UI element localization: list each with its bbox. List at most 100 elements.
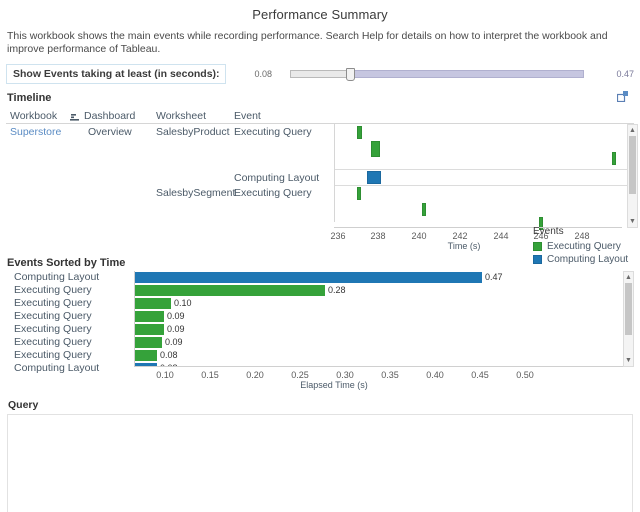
bar[interactable] xyxy=(135,324,164,335)
timeline-dashboard-overview: Overview xyxy=(88,126,132,138)
bar[interactable] xyxy=(135,350,157,361)
query-text-area[interactable] xyxy=(7,414,633,512)
column-header-worksheet[interactable]: Worksheet xyxy=(152,110,230,122)
popout-icon[interactable] xyxy=(616,91,628,105)
legend-label: Computing Layout xyxy=(547,254,629,265)
events-bar-plot: 0.47 0.28 0.10 0.09 0.09 0.09 0.08 xyxy=(134,271,634,367)
duration-slider[interactable] xyxy=(289,68,602,81)
timeline-tick: 244 xyxy=(493,231,509,241)
scroll-down-icon[interactable]: ▼ xyxy=(624,355,633,366)
events-tick: 0.35 xyxy=(381,370,399,380)
timeline-gridline xyxy=(335,185,634,186)
timeline-tick: 236 xyxy=(330,231,346,241)
bar-row[interactable]: 0.28 xyxy=(135,284,633,297)
timeline-workbook-superstore[interactable]: Superstore xyxy=(10,126,61,138)
bar-value-label: 0.09 xyxy=(167,311,185,321)
legend-swatch-green xyxy=(533,242,542,251)
bar[interactable] xyxy=(135,272,482,283)
bar[interactable] xyxy=(135,311,164,322)
timeline-mark[interactable] xyxy=(371,141,380,157)
bar[interactable] xyxy=(135,298,171,309)
bar[interactable] xyxy=(135,337,162,348)
slider-thumb[interactable] xyxy=(345,68,355,81)
column-header-event[interactable]: Event xyxy=(230,110,334,122)
timeline-gridline xyxy=(335,169,634,170)
timeline-plot-area: ▲ ▼ xyxy=(334,124,638,230)
legend-item-executing-query[interactable]: Executing Query xyxy=(533,240,628,253)
event-label: Executing Query xyxy=(14,336,92,348)
timeline-worksheet-segment: SalesbySegment xyxy=(156,187,236,199)
legend-title: Events xyxy=(533,226,564,237)
events-tick: 0.45 xyxy=(471,370,489,380)
legend-item-computing-layout[interactable]: Computing Layout xyxy=(533,253,628,266)
column-header-dashboard[interactable]: Dashboard xyxy=(70,110,152,122)
timeline-chart: Workbook Dashboard Worksheet Event Super… xyxy=(6,107,638,230)
event-label: Executing Query xyxy=(14,349,92,361)
timeline-worksheet-product: SalesbyProduct xyxy=(156,126,230,138)
bar-value-label: 0.09 xyxy=(165,337,183,347)
intro-text: This workbook shows the main events whil… xyxy=(7,30,608,55)
bar-row[interactable]: 0.09 xyxy=(135,310,633,323)
timeline-mark[interactable] xyxy=(612,152,616,165)
bar[interactable] xyxy=(135,285,325,296)
event-duration-filter: Show Events taking at least (in seconds)… xyxy=(6,63,634,85)
timeline-mark[interactable] xyxy=(422,203,426,216)
scrollbar-thumb[interactable] xyxy=(629,136,636,194)
filter-label[interactable]: Show Events taking at least (in seconds)… xyxy=(6,64,226,84)
events-axis-title: Elapsed Time (s) xyxy=(300,380,368,390)
sort-ascending-icon[interactable] xyxy=(70,112,79,121)
bar-row[interactable]: 0.10 xyxy=(135,297,633,310)
column-header-workbook[interactable]: Workbook xyxy=(6,110,80,122)
timeline-event-exec-query-1: Executing Query xyxy=(234,126,312,138)
slider-track-unfilled xyxy=(289,70,352,78)
legend-swatch-blue xyxy=(533,255,542,264)
bar-row[interactable]: 0.09 xyxy=(135,323,633,336)
events-axis: 0.10 0.15 0.20 0.25 0.30 0.35 0.40 0.45 … xyxy=(134,367,534,391)
scroll-up-icon[interactable]: ▲ xyxy=(628,125,637,136)
bar-row[interactable]: 0.08 xyxy=(135,349,633,362)
timeline-mark[interactable] xyxy=(367,171,381,184)
bar-row[interactable]: 0.47 xyxy=(135,271,633,284)
bar-value-label: 0.28 xyxy=(328,285,346,295)
timeline-section-header: Timeline xyxy=(0,85,640,107)
bar-value-label: 0.47 xyxy=(485,272,503,282)
event-label: Executing Query xyxy=(14,297,92,309)
scrollbar-thumb[interactable] xyxy=(625,283,632,335)
event-label: Executing Query xyxy=(14,310,92,322)
timeline-body: Superstore Overview SalesbyProduct Execu… xyxy=(6,124,638,230)
timeline-mark[interactable] xyxy=(357,187,361,200)
event-label: Executing Query xyxy=(14,323,92,335)
timeline-tick: 242 xyxy=(452,231,468,241)
scroll-up-icon[interactable]: ▲ xyxy=(624,272,633,283)
timeline-scrollbar[interactable]: ▲ ▼ xyxy=(627,124,638,228)
event-label: Computing Layout xyxy=(14,271,100,283)
timeline-event-computing-layout: Computing Layout xyxy=(234,172,320,184)
legend-label: Executing Query xyxy=(547,241,621,252)
timeline-tick: 240 xyxy=(411,231,427,241)
timeline-event-exec-query-2: Executing Query xyxy=(234,187,312,199)
events-row-labels: Computing Layout Executing Query Executi… xyxy=(6,271,134,374)
events-legend: Events Executing Query Computing Layout xyxy=(533,226,628,266)
events-chart-scrollbar[interactable]: ▲ ▼ xyxy=(623,271,634,367)
slider-track-filled xyxy=(351,70,584,78)
column-header-dashboard-label: Dashboard xyxy=(84,110,136,122)
events-chart-body: Computing Layout Executing Query Executi… xyxy=(6,271,634,374)
scroll-down-icon[interactable]: ▼ xyxy=(628,216,637,227)
bar-value-label: 0.08 xyxy=(160,350,178,360)
events-tick: 0.15 xyxy=(201,370,219,380)
bar-row[interactable]: 0.09 xyxy=(135,336,633,349)
events-tick: 0.40 xyxy=(426,370,444,380)
event-label: Executing Query xyxy=(14,284,92,296)
filter-max-value: 0.47 xyxy=(616,69,634,79)
bar-value-label: 0.10 xyxy=(174,298,192,308)
events-tick: 0.50 xyxy=(516,370,534,380)
event-label: Computing Layout xyxy=(14,362,100,374)
timeline-title: Timeline xyxy=(7,92,52,104)
events-tick: 0.25 xyxy=(291,370,309,380)
events-tick: 0.20 xyxy=(246,370,264,380)
page-title: Performance Summary xyxy=(252,7,388,22)
performance-summary-page: Performance Summary This workbook shows … xyxy=(0,0,640,512)
timeline-mark[interactable] xyxy=(357,126,362,139)
timeline-axis-title: Time (s) xyxy=(447,241,481,251)
events-tick: 0.30 xyxy=(336,370,354,380)
